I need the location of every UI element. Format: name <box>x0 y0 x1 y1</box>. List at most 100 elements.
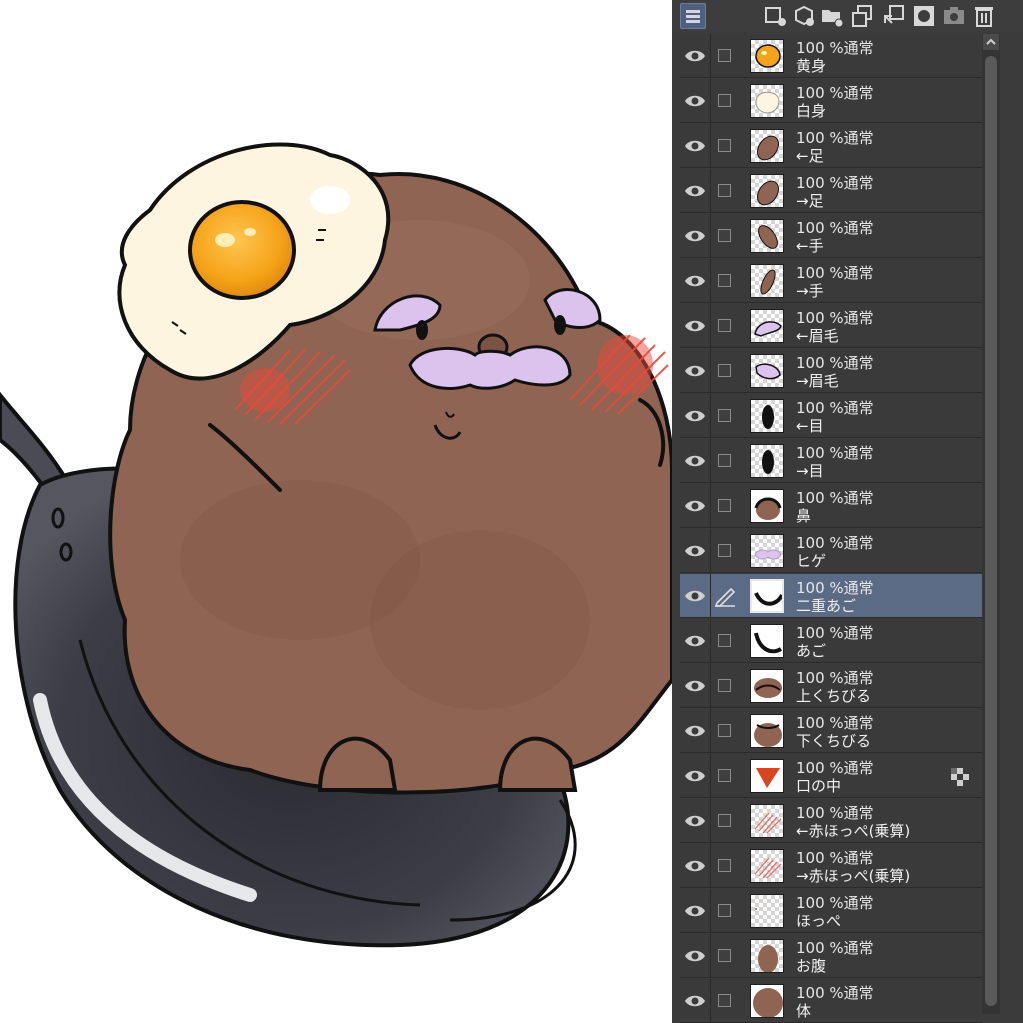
layer-thumbnail[interactable] <box>750 219 784 253</box>
layer-name[interactable]: ←手 <box>796 235 824 256</box>
layer-thumbnail[interactable] <box>750 849 784 883</box>
layer-row[interactable]: 100 %通常 下くちびる <box>680 709 982 753</box>
layer-checkbox[interactable] <box>718 769 731 782</box>
layer-name[interactable]: ←赤ほっぺ(乗算) <box>796 820 910 841</box>
visibility-eye-icon[interactable] <box>684 993 706 1009</box>
layer-row[interactable]: 100 %通常 あご <box>680 619 982 663</box>
scroll-thumb[interactable] <box>985 56 997 1006</box>
layer-name[interactable]: 黄身 <box>796 55 826 76</box>
visibility-eye-icon[interactable] <box>684 498 706 514</box>
layer-checkbox[interactable] <box>718 994 731 1007</box>
visibility-eye-icon[interactable] <box>684 138 706 154</box>
layer-thumbnail[interactable] <box>750 804 784 838</box>
layer-checkbox[interactable] <box>718 499 731 512</box>
layer-checkbox[interactable] <box>718 904 731 917</box>
layer-checkbox[interactable] <box>718 319 731 332</box>
layer-name[interactable]: 体 <box>796 1000 811 1021</box>
visibility-eye-icon[interactable] <box>684 768 706 784</box>
camera-icon[interactable] <box>942 4 966 28</box>
new-3d-layer-icon[interactable] <box>792 4 816 28</box>
layer-name[interactable]: 下くちびる <box>796 730 871 751</box>
layer-checkbox[interactable] <box>718 409 731 422</box>
trash-icon[interactable] <box>972 4 996 28</box>
new-raster-layer-icon[interactable] <box>764 4 788 28</box>
layer-thumbnail[interactable] <box>750 894 784 928</box>
layer-name[interactable]: ほっぺ <box>796 910 841 931</box>
layer-row[interactable]: 100 %通常 →赤ほっぺ(乗算) <box>680 844 982 888</box>
layer-thumbnail[interactable] <box>750 534 784 568</box>
layer-row[interactable]: 100 %通常 白身 <box>680 79 982 123</box>
layer-thumbnail[interactable] <box>750 624 784 658</box>
layer-row[interactable]: 100 %通常 口の中 <box>680 754 982 798</box>
visibility-eye-icon[interactable] <box>684 273 706 289</box>
layer-checkbox[interactable] <box>718 814 731 827</box>
layer-thumbnail[interactable] <box>750 399 784 433</box>
layer-thumbnail[interactable] <box>750 579 784 613</box>
layer-thumbnail[interactable] <box>750 939 784 973</box>
layer-thumbnail[interactable] <box>750 714 784 748</box>
visibility-eye-icon[interactable] <box>684 363 706 379</box>
layer-row[interactable]: 100 %通常 →手 <box>680 259 982 303</box>
visibility-eye-icon[interactable] <box>684 678 706 694</box>
visibility-eye-icon[interactable] <box>684 813 706 829</box>
layer-checkbox[interactable] <box>718 679 731 692</box>
drawing-canvas[interactable] <box>0 0 672 1023</box>
layer-thumbnail[interactable] <box>750 309 784 343</box>
scroll-up-icon[interactable] <box>983 34 999 50</box>
layer-name[interactable]: ←足 <box>796 145 824 166</box>
layer-name[interactable]: 二重あご <box>796 595 856 616</box>
layer-thumbnail[interactable] <box>750 759 784 793</box>
layer-name[interactable]: 白身 <box>796 100 826 121</box>
layer-checkbox[interactable] <box>718 634 731 647</box>
layer-name[interactable]: 上くちびる <box>796 685 871 706</box>
layer-row[interactable]: 100 %通常 ←手 <box>680 214 982 258</box>
layer-checkbox[interactable] <box>718 859 731 872</box>
layer-checkbox[interactable] <box>718 949 731 962</box>
layer-name[interactable]: →手 <box>796 280 824 301</box>
layer-row[interactable]: 100 %通常 →足 <box>680 169 982 213</box>
new-folder-icon[interactable] <box>820 4 844 28</box>
layer-name[interactable]: →目 <box>796 460 824 481</box>
visibility-eye-icon[interactable] <box>684 93 706 109</box>
layer-name[interactable]: ←眉毛 <box>796 325 839 346</box>
visibility-eye-icon[interactable] <box>684 588 706 604</box>
layer-name[interactable]: お腹 <box>796 955 826 976</box>
visibility-eye-icon[interactable] <box>684 318 706 334</box>
layer-thumbnail[interactable] <box>750 174 784 208</box>
merge-down-icon[interactable] <box>850 4 874 28</box>
layer-name[interactable]: ヒゲ <box>796 550 826 571</box>
layer-name[interactable]: →足 <box>796 190 824 211</box>
layer-checkbox[interactable] <box>718 544 731 557</box>
layer-thumbnail[interactable] <box>750 39 784 73</box>
layer-scrollbar[interactable] <box>982 34 1000 1014</box>
layer-checkbox[interactable] <box>718 184 731 197</box>
layer-checkbox[interactable] <box>718 94 731 107</box>
layer-row[interactable]: 100 %通常 →目 <box>680 439 982 483</box>
layer-thumbnail[interactable] <box>750 444 784 478</box>
layer-checkbox[interactable] <box>718 274 731 287</box>
visibility-eye-icon[interactable] <box>684 408 706 424</box>
layer-row[interactable]: 100 %通常 ほっぺ <box>680 889 982 933</box>
layer-row[interactable]: 100 %通常 ←赤ほっぺ(乗算) <box>680 799 982 843</box>
visibility-eye-icon[interactable] <box>684 48 706 64</box>
visibility-eye-icon[interactable] <box>684 903 706 919</box>
layer-row[interactable]: 100 %通常 上くちびる <box>680 664 982 708</box>
layer-name[interactable]: ←目 <box>796 415 824 436</box>
layer-checkbox[interactable] <box>718 139 731 152</box>
layer-checkbox[interactable] <box>718 724 731 737</box>
layer-name[interactable]: 口の中 <box>796 775 841 796</box>
visibility-eye-icon[interactable] <box>684 633 706 649</box>
visibility-eye-icon[interactable] <box>684 858 706 874</box>
layer-thumbnail[interactable] <box>750 84 784 118</box>
layer-row[interactable]: 100 %通常 ←足 <box>680 124 982 168</box>
visibility-eye-icon[interactable] <box>684 948 706 964</box>
layer-thumbnail[interactable] <box>750 129 784 163</box>
visibility-eye-icon[interactable] <box>684 228 706 244</box>
combine-layers-icon[interactable] <box>882 4 906 28</box>
layer-row[interactable]: 100 %通常鼻 <box>680 484 982 528</box>
layer-name[interactable]: あご <box>796 640 826 661</box>
layer-thumbnail[interactable] <box>750 354 784 388</box>
layer-row[interactable]: 100 %通常 ヒゲ <box>680 529 982 573</box>
layer-checkbox[interactable] <box>718 229 731 242</box>
mask-icon[interactable] <box>912 4 936 28</box>
